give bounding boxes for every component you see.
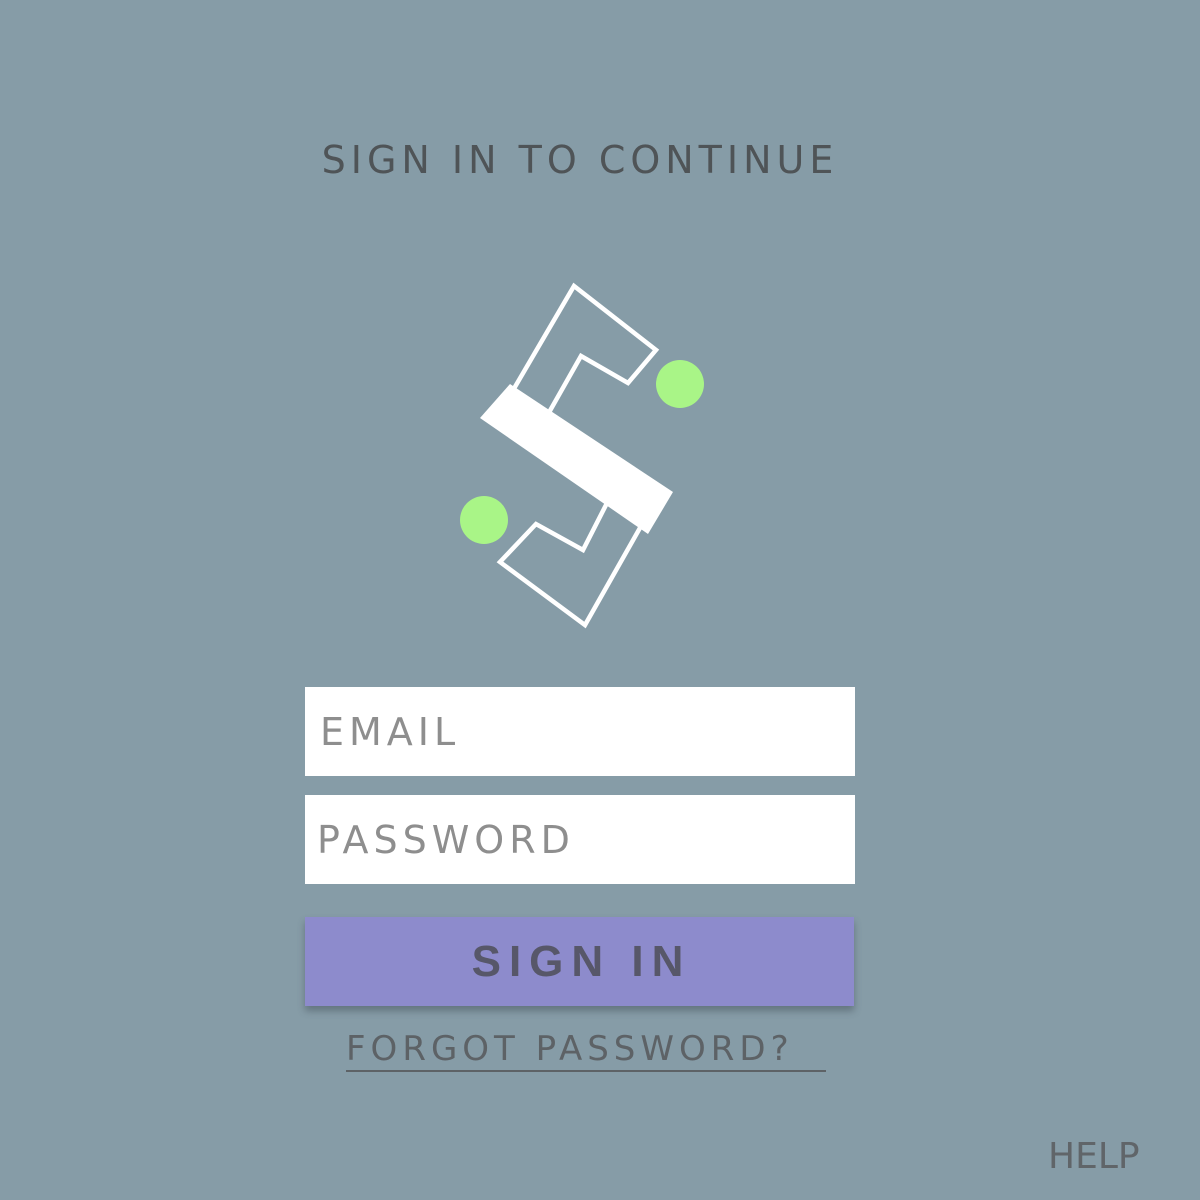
forgot-password-link[interactable]: FORGOT PASSWORD? <box>346 1028 826 1072</box>
email-field[interactable] <box>305 687 855 776</box>
sign-in-button[interactable]: SIGN IN <box>305 917 854 1006</box>
logo-dot-bottom <box>460 496 508 544</box>
help-link[interactable]: HELP <box>1048 1135 1140 1179</box>
login-screen: SIGN IN TO CONTINUE SIGN IN FORGOT PASSW… <box>0 0 1200 1200</box>
password-field[interactable] <box>305 795 855 884</box>
s-logo-icon <box>460 282 704 629</box>
logo-dot-top <box>656 360 704 408</box>
page-title: SIGN IN TO CONTINUE <box>321 138 839 182</box>
